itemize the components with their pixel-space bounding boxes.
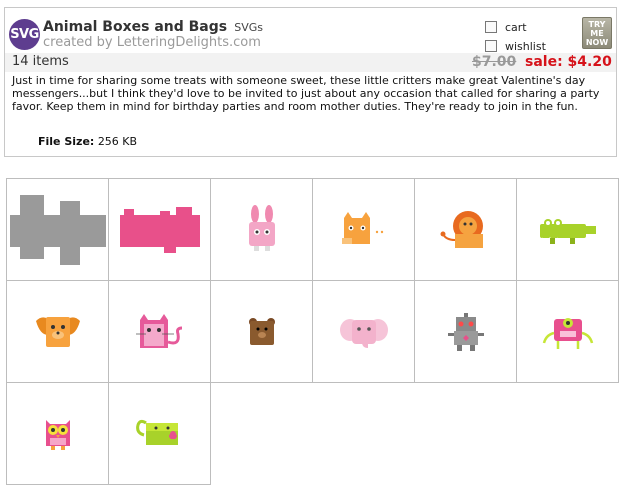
thumbnail-cell[interactable] xyxy=(7,281,109,383)
price-band: 14 items $7.00 sale: $4.20 xyxy=(5,53,616,72)
orange-cat-icon xyxy=(341,211,383,244)
wishlist-checkbox[interactable] xyxy=(485,40,497,52)
thumbnail-cell[interactable] xyxy=(109,281,211,383)
pink-monster-icon xyxy=(542,317,593,349)
pink-bunny-icon xyxy=(248,204,275,251)
thumbnail-cell[interactable] xyxy=(313,281,415,383)
pink-elephant-icon xyxy=(339,318,388,348)
thumbnail-cell[interactable] xyxy=(415,179,517,281)
thumbnail-cell[interactable] xyxy=(109,383,211,485)
pink-owl-icon xyxy=(45,419,70,450)
thumbnail-cell[interactable] xyxy=(211,281,313,383)
thumbnail-cell[interactable] xyxy=(7,383,109,485)
sale-price: sale: $4.20 xyxy=(525,54,612,70)
thumbnail-cell[interactable] xyxy=(517,281,619,383)
cart-option[interactable]: cart xyxy=(485,18,546,36)
thumbnail-cell[interactable] xyxy=(211,179,313,281)
orange-dog-icon xyxy=(35,316,80,347)
wishlist-label: wishlist xyxy=(505,39,546,53)
thumbnail-grid xyxy=(6,178,619,485)
try-me-now-button[interactable]: TRY ME NOW xyxy=(582,17,612,49)
file-size-label: File Size: xyxy=(38,135,95,148)
item-count: 14 items xyxy=(12,54,69,69)
gray-box-template-icon xyxy=(9,194,106,265)
pink-bag-template-icon xyxy=(119,206,200,253)
pink-cat-icon xyxy=(135,313,182,348)
action-checkboxes: cart wishlist xyxy=(485,18,546,56)
thumbnail-cell[interactable] xyxy=(517,179,619,281)
brown-bear-icon xyxy=(248,317,275,345)
me-text: ME xyxy=(590,29,604,38)
file-size: File Size: 256 KB xyxy=(38,135,137,148)
orange-lion-icon xyxy=(440,210,483,248)
now-text: NOW xyxy=(585,38,609,47)
thumbnail-cell[interactable] xyxy=(313,179,415,281)
cart-label: cart xyxy=(505,20,527,34)
svg-category-badge: SVG xyxy=(9,19,40,50)
thumbnail-cell[interactable] xyxy=(7,179,109,281)
creator-link[interactable]: created by LetteringDelights.com xyxy=(43,35,261,50)
green-monkey-icon xyxy=(135,419,178,445)
product-card: SVG Animal Boxes and Bags SVGs created b… xyxy=(4,7,617,157)
title-row: Animal Boxes and Bags SVGs xyxy=(43,16,263,35)
original-price: $7.00 xyxy=(472,54,517,70)
cart-checkbox[interactable] xyxy=(485,21,497,33)
gray-robot-icon xyxy=(447,312,484,351)
thumbnail-cell[interactable] xyxy=(415,281,517,383)
product-title[interactable]: Animal Boxes and Bags xyxy=(43,19,227,35)
product-type-tag: SVGs xyxy=(234,21,263,34)
thumbnail-cell[interactable] xyxy=(109,179,211,281)
green-crocodile-icon xyxy=(539,218,596,244)
file-size-value: 256 KB xyxy=(97,135,138,148)
product-description: Just in time for sharing some treats wit… xyxy=(12,74,600,113)
try-text: TRY xyxy=(588,20,606,29)
